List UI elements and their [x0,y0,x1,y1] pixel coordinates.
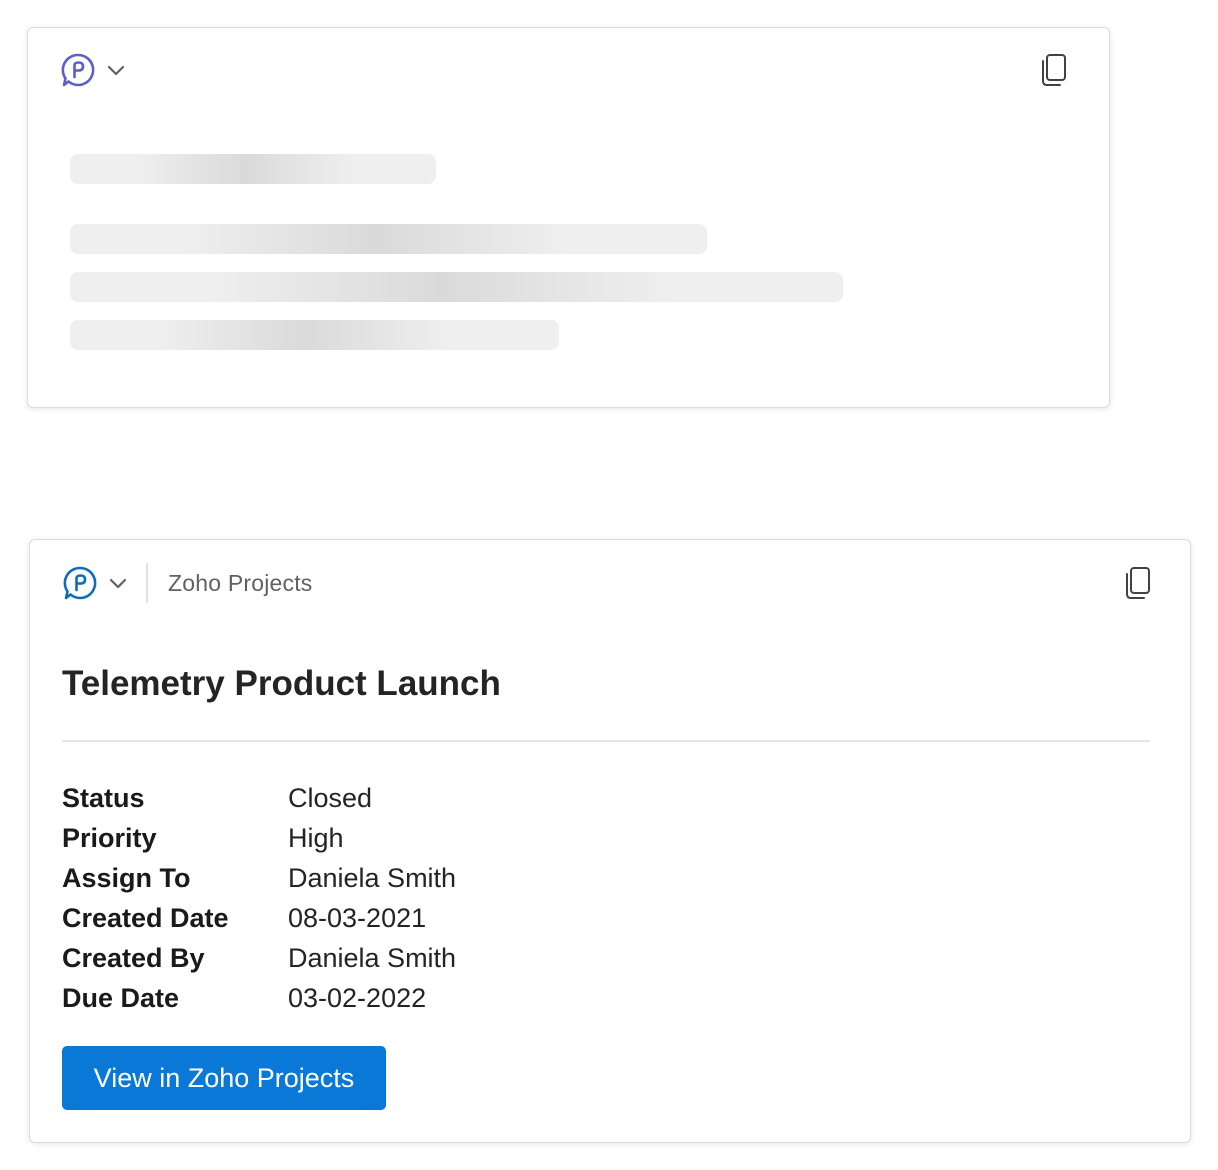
fact-row-due-date: Due Date 03-02-2022 [62,978,456,1018]
copy-icon [1123,566,1153,600]
title-divider [62,740,1150,742]
fact-row-created-date: Created Date 08-03-2021 [62,898,456,938]
fact-row-created-by: Created By Daniela Smith [62,938,456,978]
fact-label: Status [62,782,145,813]
fact-label: Assign To [62,862,191,893]
fact-value: Daniela Smith [288,862,457,893]
copy-button[interactable] [1036,52,1072,88]
skeleton-line [70,272,843,302]
view-in-zoho-projects-button[interactable]: View in Zoho Projects [62,1046,386,1110]
fact-value: Closed [288,782,373,813]
card-title: Telemetry Product Launch [62,664,501,703]
fact-value: High [288,822,344,853]
fact-value: Daniela Smith [288,942,457,973]
skeleton-line [70,154,436,184]
source-label: Zoho Projects [168,569,313,596]
skeleton-line [70,224,707,254]
fact-row-assign-to: Assign To Daniela Smith [62,858,456,898]
fact-label: Priority [62,822,157,853]
loading-card [27,27,1110,408]
chevron-down-icon[interactable] [106,63,126,77]
skeleton-line [70,320,559,350]
copilot-chat-icon[interactable] [60,52,96,88]
fact-value: 08-03-2021 [288,902,427,933]
fact-label: Created By [62,942,205,973]
fact-label: Created Date [62,902,229,933]
fact-row-priority: Priority High [62,818,456,858]
fact-value: 03-02-2022 [288,982,427,1013]
fact-set: Status Closed Priority High Assign To Da… [62,778,456,1018]
copilot-chat-icon[interactable] [62,565,98,601]
copy-button[interactable] [1120,565,1156,601]
copy-icon [1039,53,1069,87]
loading-card-header [60,52,126,88]
header-divider [146,563,148,603]
result-card: Zoho Projects Telemetry Product Launch S… [29,539,1191,1143]
result-card-header: Zoho Projects [62,563,313,603]
fact-row-status: Status Closed [62,778,456,818]
chevron-down-icon[interactable] [108,576,128,590]
fact-label: Due Date [62,982,180,1013]
